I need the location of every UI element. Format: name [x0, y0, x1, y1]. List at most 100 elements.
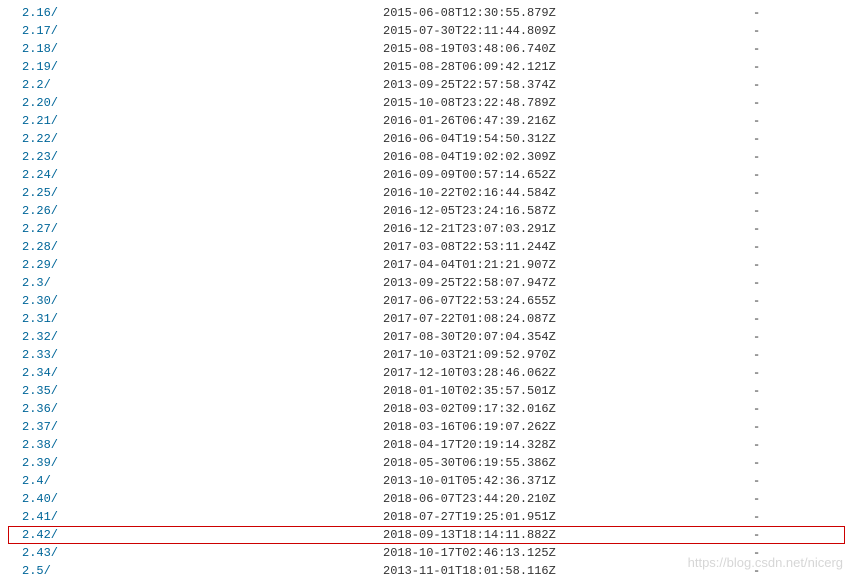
directory-size: -: [753, 292, 845, 310]
directory-size: -: [753, 436, 845, 454]
directory-date: 2018-10-17T02:46:13.125Z: [383, 544, 753, 562]
directory-date: 2013-10-01T05:42:36.371Z: [383, 472, 753, 490]
directory-date: 2017-07-22T01:08:24.087Z: [383, 310, 753, 328]
directory-link[interactable]: 2.18/: [22, 42, 58, 56]
directory-link[interactable]: 2.23/: [22, 150, 58, 164]
directory-link[interactable]: 2.33/: [22, 348, 58, 362]
directory-link[interactable]: 2.31/: [22, 312, 58, 326]
directory-name: 2.17/: [8, 22, 383, 40]
directory-link[interactable]: 2.42/: [22, 528, 58, 542]
directory-link[interactable]: 2.26/: [22, 204, 58, 218]
directory-date: 2017-12-10T03:28:46.062Z: [383, 364, 753, 382]
directory-size: -: [753, 184, 845, 202]
directory-name: 2.26/: [8, 202, 383, 220]
directory-link[interactable]: 2.34/: [22, 366, 58, 380]
list-item: 2.31/2017-07-22T01:08:24.087Z-: [8, 310, 845, 328]
directory-size: -: [753, 382, 845, 400]
directory-date: 2016-12-21T23:07:03.291Z: [383, 220, 753, 238]
directory-name: 2.37/: [8, 418, 383, 436]
directory-name: 2.29/: [8, 256, 383, 274]
directory-link[interactable]: 2.21/: [22, 114, 58, 128]
directory-size: -: [753, 544, 845, 562]
directory-link[interactable]: 2.40/: [22, 492, 58, 506]
directory-link[interactable]: 2.16/: [22, 6, 58, 20]
directory-name: 2.41/: [8, 508, 383, 526]
directory-link[interactable]: 2.43/: [22, 546, 58, 560]
directory-size: -: [753, 166, 845, 184]
directory-link[interactable]: 2.5/: [22, 564, 51, 578]
directory-name: 2.18/: [8, 40, 383, 58]
directory-link[interactable]: 2.19/: [22, 60, 58, 74]
directory-link[interactable]: 2.39/: [22, 456, 58, 470]
list-item: 2.28/2017-03-08T22:53:11.244Z-: [8, 238, 845, 256]
directory-link[interactable]: 2.38/: [22, 438, 58, 452]
directory-size: -: [753, 454, 845, 472]
directory-link[interactable]: 2.2/: [22, 78, 51, 92]
list-item: 2.16/2015-06-08T12:30:55.879Z-: [8, 4, 845, 22]
directory-size: -: [753, 238, 845, 256]
directory-size: -: [753, 508, 845, 526]
directory-name: 2.20/: [8, 94, 383, 112]
directory-date: 2015-08-19T03:48:06.740Z: [383, 40, 753, 58]
directory-name: 2.3/: [8, 274, 383, 292]
directory-listing: 2.16/2015-06-08T12:30:55.879Z-2.17/2015-…: [8, 4, 845, 580]
directory-size: -: [753, 400, 845, 418]
list-item: 2.4/2013-10-01T05:42:36.371Z-: [8, 472, 845, 490]
directory-link[interactable]: 2.17/: [22, 24, 58, 38]
directory-name: 2.19/: [8, 58, 383, 76]
directory-date: 2017-06-07T22:53:24.655Z: [383, 292, 753, 310]
directory-size: -: [753, 562, 845, 580]
directory-link[interactable]: 2.25/: [22, 186, 58, 200]
directory-size: -: [753, 202, 845, 220]
list-item: 2.33/2017-10-03T21:09:52.970Z-: [8, 346, 845, 364]
directory-link[interactable]: 2.27/: [22, 222, 58, 236]
directory-name: 2.39/: [8, 454, 383, 472]
list-item: 2.29/2017-04-04T01:21:21.907Z-: [8, 256, 845, 274]
directory-date: 2015-10-08T23:22:48.789Z: [383, 94, 753, 112]
directory-name: 2.33/: [8, 346, 383, 364]
directory-name: 2.2/: [8, 76, 383, 94]
directory-name: 2.4/: [8, 472, 383, 490]
directory-link[interactable]: 2.22/: [22, 132, 58, 146]
directory-link[interactable]: 2.37/: [22, 420, 58, 434]
directory-link[interactable]: 2.24/: [22, 168, 58, 182]
list-item: 2.21/2016-01-26T06:47:39.216Z-: [8, 112, 845, 130]
list-item: 2.32/2017-08-30T20:07:04.354Z-: [8, 328, 845, 346]
directory-date: 2017-04-04T01:21:21.907Z: [383, 256, 753, 274]
directory-date: 2013-09-25T22:58:07.947Z: [383, 274, 753, 292]
directory-date: 2018-04-17T20:19:14.328Z: [383, 436, 753, 454]
list-item: 2.25/2016-10-22T02:16:44.584Z-: [8, 184, 845, 202]
directory-link[interactable]: 2.35/: [22, 384, 58, 398]
directory-size: -: [753, 220, 845, 238]
directory-date: 2017-08-30T20:07:04.354Z: [383, 328, 753, 346]
directory-name: 2.43/: [8, 544, 383, 562]
list-item: 2.43/2018-10-17T02:46:13.125Z-: [8, 544, 845, 562]
directory-name: 2.34/: [8, 364, 383, 382]
directory-size: -: [753, 364, 845, 382]
directory-link[interactable]: 2.3/: [22, 276, 51, 290]
directory-size: -: [753, 328, 845, 346]
directory-link[interactable]: 2.29/: [22, 258, 58, 272]
directory-link[interactable]: 2.20/: [22, 96, 58, 110]
directory-link[interactable]: 2.36/: [22, 402, 58, 416]
directory-link[interactable]: 2.28/: [22, 240, 58, 254]
directory-link[interactable]: 2.4/: [22, 474, 51, 488]
directory-name: 2.38/: [8, 436, 383, 454]
directory-date: 2016-01-26T06:47:39.216Z: [383, 112, 753, 130]
directory-link[interactable]: 2.32/: [22, 330, 58, 344]
directory-size: -: [753, 112, 845, 130]
directory-size: -: [753, 130, 845, 148]
directory-date: 2016-08-04T19:02:02.309Z: [383, 148, 753, 166]
list-item: 2.37/2018-03-16T06:19:07.262Z-: [8, 418, 845, 436]
list-item: 2.3/2013-09-25T22:58:07.947Z-: [8, 274, 845, 292]
list-item: 2.2/2013-09-25T22:57:58.374Z-: [8, 76, 845, 94]
directory-link[interactable]: 2.41/: [22, 510, 58, 524]
directory-name: 2.27/: [8, 220, 383, 238]
directory-date: 2015-06-08T12:30:55.879Z: [383, 4, 753, 22]
directory-name: 2.36/: [8, 400, 383, 418]
list-item: 2.34/2017-12-10T03:28:46.062Z-: [8, 364, 845, 382]
directory-name: 2.16/: [8, 4, 383, 22]
directory-link[interactable]: 2.30/: [22, 294, 58, 308]
list-item: 2.42/2018-09-13T18:14:11.882Z-: [8, 526, 845, 544]
directory-name: 2.21/: [8, 112, 383, 130]
